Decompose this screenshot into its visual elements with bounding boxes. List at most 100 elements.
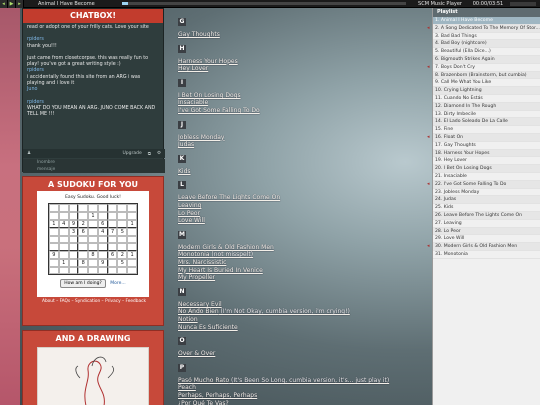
sudoku-cell[interactable]: 1 (49, 219, 59, 228)
song-title[interactable]: I Bet On Losing Dogs (178, 92, 241, 99)
sudoku-footer-links[interactable]: About – FAQs – Syndication – Privacy – F… (23, 299, 165, 305)
sudoku-cell[interactable] (88, 235, 98, 243)
playlist-item[interactable]: 21. Insaciable (433, 173, 540, 181)
sudoku-cell[interactable] (68, 258, 79, 267)
sudoku-cell[interactable]: 9 (49, 250, 59, 259)
song-title[interactable]: Leave Before The Lights Come On (178, 194, 280, 201)
playlist-item[interactable]: 29. Love Will (433, 235, 540, 244)
sudoku-cell[interactable] (68, 211, 79, 220)
song-title[interactable]: Judas (178, 141, 194, 148)
sudoku-cell[interactable] (127, 266, 137, 274)
song-link[interactable]: Peach (178, 384, 196, 391)
sudoku-cell[interactable] (97, 235, 108, 243)
sudoku-cell[interactable] (127, 258, 137, 267)
prev-icon[interactable]: ◂ (0, 0, 8, 8)
song-title[interactable]: Jobless Monday (178, 134, 224, 141)
sudoku-cell[interactable]: 6 (78, 227, 89, 236)
sudoku-cell[interactable] (49, 243, 59, 251)
song-link[interactable]: Leave Before The Lights Come On (178, 194, 280, 201)
playlist-item[interactable]: 9. Call Me What You Like (433, 79, 540, 88)
volume-slider[interactable] (510, 1, 536, 6)
playlist-item[interactable]: 2. A Song Dedicated To The Memory Of Sto… (433, 24, 540, 33)
sudoku-cell[interactable]: 1 (127, 219, 137, 228)
sudoku-cell[interactable] (97, 250, 108, 259)
sudoku-cell[interactable] (117, 266, 128, 274)
song-title[interactable]: ¿Por Qué Te Vas? (178, 400, 229, 405)
sudoku-cell[interactable] (107, 211, 118, 220)
sudoku-cell[interactable]: 7 (107, 227, 118, 236)
playlist-item[interactable]: 13. Dirty Imbecile (433, 111, 540, 119)
sudoku-grid[interactable]: 114926136475986211895 (48, 203, 138, 275)
more-link[interactable]: More... (110, 281, 125, 286)
song-title[interactable]: Pasó Mucho Rato (178, 377, 229, 384)
song-link[interactable]: Jobless Monday (178, 134, 224, 141)
sudoku-cell[interactable]: 9 (97, 258, 108, 267)
progress-track[interactable] (122, 2, 406, 5)
playlist-item[interactable]: 18. Harness Your Hopes (433, 149, 540, 158)
sudoku-cell[interactable] (97, 211, 108, 220)
sudoku-cell[interactable] (49, 211, 59, 220)
message-field[interactable]: mensaje (23, 166, 165, 173)
playlist-item[interactable]: 19. Hey Lover (433, 157, 540, 166)
sudoku-cell[interactable] (78, 211, 89, 220)
playlist-item[interactable]: 14. El Lado Soleado De La Calle (433, 118, 540, 127)
song-link[interactable]: Kids (178, 168, 191, 175)
playlist-item[interactable]: 10. Crying Lightning (433, 87, 540, 95)
playlist-item[interactable]: 15. Fine (433, 126, 540, 134)
song-link[interactable]: I've Got Some Falling To Do (178, 107, 260, 114)
sudoku-cell[interactable] (88, 227, 98, 236)
sudoku-cell[interactable] (49, 258, 59, 267)
sudoku-cell[interactable] (78, 250, 89, 259)
sudoku-cell[interactable] (78, 243, 89, 251)
song-title[interactable]: Leaving (178, 202, 201, 209)
song-link[interactable]: Insaciable (178, 99, 208, 106)
sudoku-cell[interactable]: 2 (117, 250, 128, 259)
external-link-icon[interactable]: ⧉ (148, 151, 151, 157)
sudoku-cell[interactable] (58, 266, 69, 274)
settings-icon[interactable]: ⚙ (157, 151, 161, 156)
playlist-item[interactable]: 5. Beautiful (Ella Dice...) (433, 48, 540, 56)
playlist-item[interactable]: 12. Diamond In The Rough (433, 102, 540, 111)
how-am-i-doing-button[interactable]: How am I doing? (60, 279, 106, 288)
sudoku-cell[interactable]: 1 (88, 211, 98, 220)
playlist-item[interactable]: 6. Bigmouth Strikes Again (433, 55, 540, 64)
playlist-item[interactable]: 27. Leaving (433, 220, 540, 228)
song-link[interactable]: ¿Por Qué Te Vas? (178, 400, 229, 405)
sudoku-cell[interactable] (58, 243, 69, 251)
sudoku-cell[interactable] (49, 204, 59, 212)
song-link[interactable]: Leaving (178, 202, 201, 209)
sudoku-cell[interactable] (127, 204, 137, 212)
song-title[interactable]: Kids (178, 168, 191, 175)
sudoku-cell[interactable]: 9 (68, 219, 79, 228)
playlist-item[interactable]: 23. Jobless Monday (433, 189, 540, 197)
playlist-item[interactable]: 11. Cuando No Estás (433, 95, 540, 103)
sudoku-cell[interactable] (78, 204, 89, 212)
next-icon[interactable]: ▸ (16, 0, 24, 8)
upgrade-link[interactable]: Upgrade (122, 151, 141, 156)
playlist-item[interactable]: 3. Bad Bad Things (433, 33, 540, 41)
sudoku-cell[interactable] (88, 219, 98, 228)
playlist-item[interactable]: 17. Gay Thoughts (433, 142, 540, 150)
sudoku-cell[interactable]: 1 (127, 250, 137, 259)
sudoku-cell[interactable] (88, 258, 98, 267)
sudoku-cell[interactable]: 4 (97, 227, 108, 236)
sudoku-cell[interactable]: 3 (68, 227, 79, 236)
sudoku-cell[interactable] (58, 250, 69, 259)
song-title[interactable]: Perhaps, Perhaps, Perhaps (178, 392, 257, 399)
song-link[interactable]: Over & Over (178, 350, 215, 357)
playlist-item[interactable]: 26. Leave Before The Lights Come On (433, 211, 540, 220)
song-link[interactable]: Harness Your Hopes (178, 58, 238, 65)
song-link[interactable]: I Bet On Losing Dogs (178, 92, 241, 99)
playlist-item[interactable]: 30. Modern Girls & Old Fashion Men (433, 243, 540, 251)
sudoku-cell[interactable] (68, 266, 79, 274)
playlist-item[interactable]: 22. I've Got Some Falling To Do (433, 180, 540, 189)
sudoku-cell[interactable]: 4 (58, 219, 69, 228)
sudoku-cell[interactable] (68, 250, 79, 259)
song-title[interactable]: Monotonia (178, 251, 210, 258)
sudoku-cell[interactable] (97, 266, 108, 274)
sudoku-cell[interactable] (88, 266, 98, 274)
sudoku-cell[interactable] (49, 266, 59, 274)
song-link[interactable]: Lo Peor (178, 210, 200, 217)
playlist-item[interactable]: 20. I Bet On Losing Dogs (433, 165, 540, 173)
sudoku-cell[interactable]: 8 (88, 250, 98, 259)
